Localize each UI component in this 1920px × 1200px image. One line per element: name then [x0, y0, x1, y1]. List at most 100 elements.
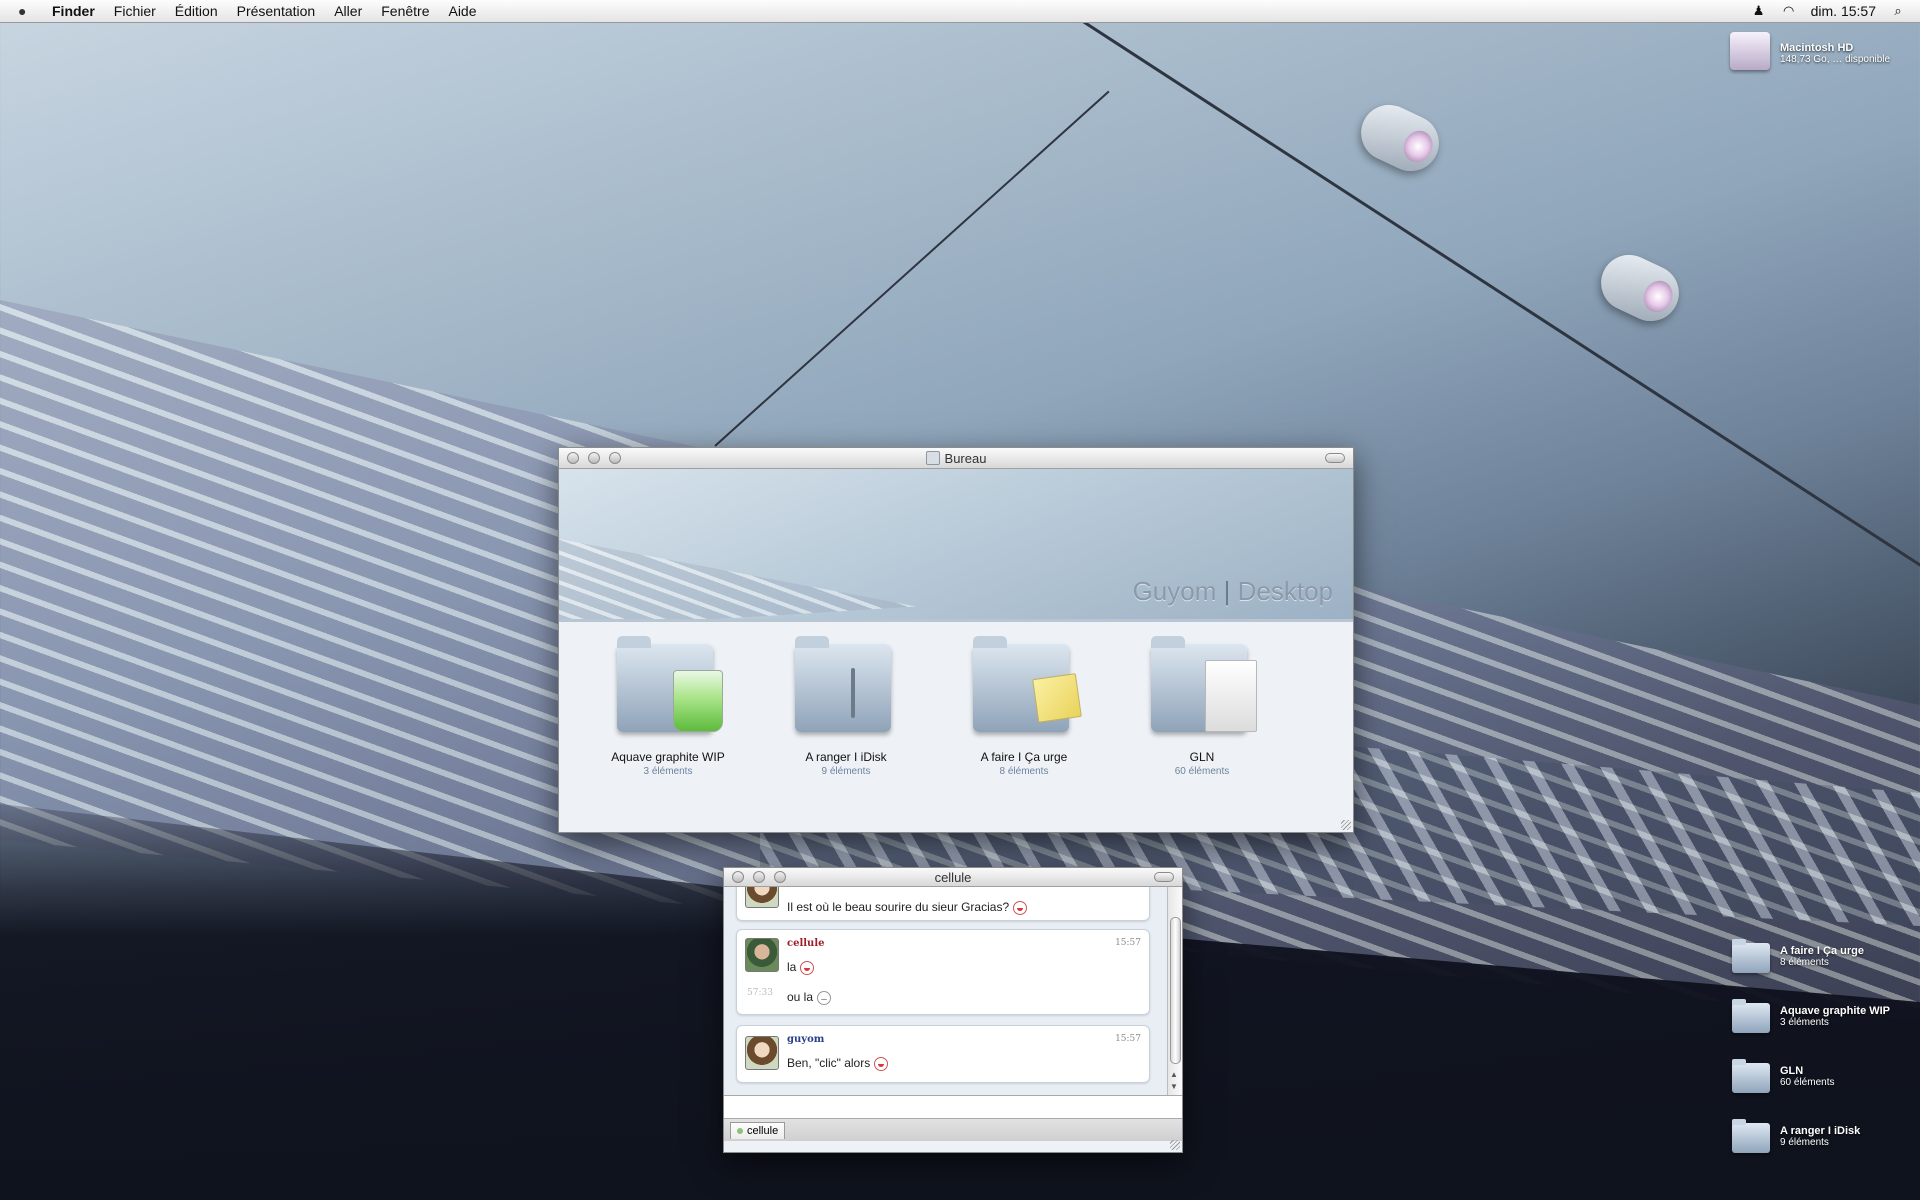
close-button[interactable] — [732, 871, 744, 883]
message-text: Il est où le beau sourire du sieur Graci… — [787, 900, 1028, 915]
minimize-button[interactable] — [588, 452, 600, 464]
desktop-icon-label: A faire I Ça urge — [1780, 944, 1864, 957]
wallpaper-ceiling-line — [714, 90, 1110, 447]
folder-title-icon — [925, 451, 940, 465]
desktop-icon-sublabel: 148,73 Go, … disponible — [1780, 53, 1891, 65]
menu-edition[interactable]: Édition — [175, 3, 218, 19]
chat-tab-bar: cellule — [724, 1119, 1182, 1141]
desktop-icon-sublabel: 3 éléments — [1780, 1016, 1829, 1028]
message-side-time: 57:33 — [747, 988, 773, 998]
folder-sticky-note-icon — [969, 632, 1082, 740]
folder-count: 60 éléments — [1174, 766, 1230, 777]
folder-icon — [1732, 939, 1770, 973]
user-icon[interactable]: ♟ — [1751, 3, 1767, 19]
folder-name: A ranger I iDisk — [805, 750, 887, 764]
folder-document-icon — [1147, 632, 1257, 740]
banner-title-left: Guyom — [1132, 576, 1217, 606]
folder-icon — [1732, 999, 1770, 1033]
toolbar-toggle-button[interactable] — [1154, 872, 1174, 882]
desktop-icon-label: GLN — [1780, 1064, 1804, 1077]
message-time: 15:57 — [1115, 938, 1141, 948]
status-dot-icon — [737, 1127, 743, 1134]
menu-fenetre[interactable]: Fenêtre — [381, 3, 429, 19]
folder-name: Aquave graphite WIP — [611, 750, 725, 764]
avatar — [745, 1036, 779, 1070]
chat-message: Il est où le beau sourire du sieur Graci… — [736, 887, 1150, 921]
folder-name: A faire I Ça urge — [980, 750, 1068, 764]
folder-count: 9 éléments — [821, 766, 871, 777]
desktop-icon-label: Macintosh HD — [1780, 41, 1854, 54]
folder-grid: Aquave graphite WIP 3 éléments A ranger … — [559, 622, 1353, 777]
smiley-neutral-icon — [817, 990, 832, 1005]
minimize-button[interactable] — [753, 871, 765, 883]
zoom-button[interactable] — [774, 871, 786, 883]
desktop-icon-gln[interactable]: GLN 60 éléments — [1730, 1055, 1834, 1097]
zoom-button[interactable] — [609, 452, 621, 464]
folder-item-aquave[interactable]: Aquave graphite WIP 3 éléments — [579, 632, 757, 777]
window-title: Bureau — [944, 450, 987, 466]
menu-aller[interactable]: Aller — [334, 3, 362, 19]
message-input[interactable] — [724, 1095, 1182, 1119]
wifi-icon[interactable]: ◠ — [1781, 3, 1797, 19]
hard-disk-icon — [1730, 32, 1770, 70]
folder-item-a-faire[interactable]: A faire I Ça urge 8 éléments — [935, 632, 1113, 777]
desktop-icon-aquave[interactable]: Aquave graphite WIP 3 éléments — [1730, 995, 1890, 1037]
message-time: 15:57 — [1115, 1034, 1141, 1044]
menu-presentation[interactable]: Présentation — [237, 3, 316, 19]
smiley-icon — [1013, 900, 1028, 915]
desktop-icon-sublabel: 60 éléments — [1780, 1076, 1835, 1088]
chat-tab[interactable]: cellule — [730, 1121, 786, 1139]
folder-name: GLN — [1189, 750, 1215, 764]
desktop-icon-a-ranger[interactable]: A ranger I iDisk 9 éléments — [1730, 1115, 1860, 1157]
scroll-arrows-icon[interactable]: ▲ ▼ — [1170, 1069, 1178, 1093]
chat-transcript[interactable]: Il est où le beau sourire du sieur Graci… — [724, 887, 1182, 1095]
message-username: guyom — [787, 1034, 825, 1045]
menu-fichier[interactable]: Fichier — [114, 3, 156, 19]
desktop-icon-macintosh-hd[interactable]: Macintosh HD 148,73 Go, … disponible — [1730, 32, 1890, 74]
apple-menu-icon[interactable]: ● — [18, 3, 38, 19]
chat-titlebar[interactable]: cellule — [724, 868, 1182, 887]
message-text: la — [787, 960, 815, 975]
chat-scrollbar[interactable]: ▲ ▼ — [1167, 887, 1182, 1095]
message-username: cellule — [787, 938, 825, 949]
chat-tab-label: cellule — [747, 1124, 779, 1137]
menu-extras: ♟ ◠ dim. 15:57 ⌕ — [1751, 3, 1906, 19]
folder-item-a-ranger[interactable]: A ranger I iDisk 9 éléments — [757, 632, 935, 777]
desktop-icon-label: Aquave graphite WIP — [1780, 1004, 1891, 1017]
folder-idisk-icon — [791, 632, 901, 740]
scroll-thumb[interactable] — [1170, 917, 1181, 1064]
chat-message: cellule 15:57 la 57:33 ou la — [736, 929, 1150, 1015]
finder-window: Bureau Guyom | Desktop Aquave graphite W… — [558, 447, 1354, 833]
chat-window: cellule Il est où le beau sourire du sie… — [723, 867, 1183, 1153]
message-text: ou la — [787, 990, 832, 1005]
menu-bar: ● Finder Fichier Édition Présentation Al… — [0, 0, 1920, 23]
resize-handle[interactable] — [1170, 1140, 1180, 1150]
toolbar-toggle-button[interactable] — [1325, 453, 1345, 463]
avatar — [745, 938, 779, 972]
folder-icon — [1732, 1119, 1770, 1153]
wallpaper-spotlight — [1591, 245, 1689, 331]
menu-finder[interactable]: Finder — [52, 3, 95, 19]
desktop-icon-sublabel: 8 éléments — [1780, 956, 1829, 968]
resize-handle[interactable] — [1341, 820, 1351, 830]
spotlight-search-icon[interactable]: ⌕ — [1890, 3, 1906, 19]
avatar — [745, 887, 779, 908]
banner-title: Guyom | Desktop — [1133, 576, 1333, 607]
smiley-icon — [874, 1056, 889, 1071]
folder-item-gln[interactable]: GLN 60 éléments — [1113, 632, 1291, 777]
banner-title-separator: | — [1223, 576, 1231, 606]
finder-titlebar[interactable]: Bureau — [559, 448, 1353, 469]
desktop-icon-label: A ranger I iDisk — [1780, 1124, 1861, 1137]
close-button[interactable] — [567, 452, 579, 464]
folder-beaker-icon — [613, 632, 723, 740]
desktop-icon-a-faire[interactable]: A faire I Ça urge 8 éléments — [1730, 935, 1864, 977]
chat-message: guyom 15:57 Ben, "clic" alors — [736, 1025, 1150, 1083]
window-banner: Guyom | Desktop — [559, 469, 1353, 622]
message-text: Ben, "clic" alors — [787, 1056, 889, 1071]
folder-count: 3 éléments — [643, 766, 693, 777]
menu-aide[interactable]: Aide — [448, 3, 476, 19]
banner-title-right: Desktop — [1237, 576, 1333, 606]
window-title: cellule — [934, 869, 972, 885]
folder-icon — [1732, 1059, 1770, 1093]
menu-clock[interactable]: dim. 15:57 — [1811, 3, 1876, 19]
